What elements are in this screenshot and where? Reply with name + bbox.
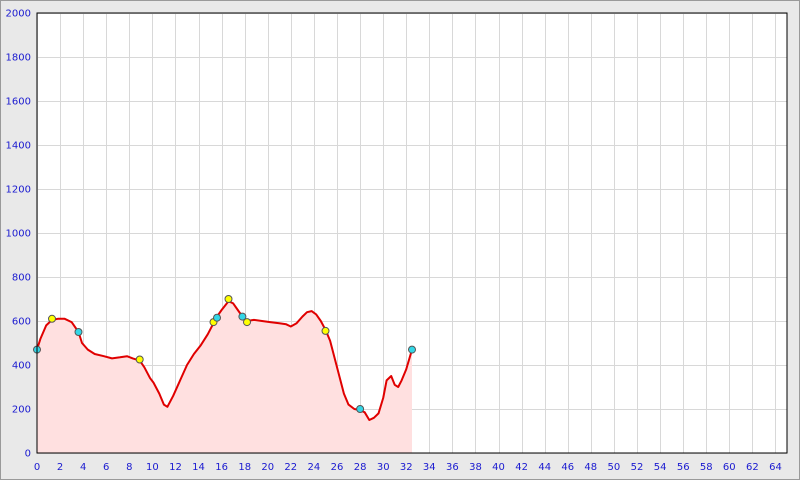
y-tick-label: 1000 [6, 229, 31, 240]
x-tick-label: 8 [126, 462, 132, 473]
x-tick-label: 60 [723, 462, 736, 473]
y-tick-label: 2000 [6, 9, 31, 20]
cyan-waypoint-marker [74, 328, 83, 336]
x-tick-label: 20 [261, 462, 274, 473]
cyan-waypoint-marker [356, 405, 365, 413]
x-tick-label: 56 [677, 462, 690, 473]
x-tick-label: 34 [423, 462, 436, 473]
yellow-waypoint-marker [321, 326, 330, 335]
yellow-waypoint-marker [243, 318, 251, 327]
yellow-waypoint-marker [135, 355, 144, 364]
elevation-chart: 0 2 4 6 8 10 12 14 16 18 20 22 24 26 28 30 32 34 36 38 40 42 4… [6, 9, 788, 473]
x-tick-label: 30 [377, 462, 390, 473]
x-tick-label: 14 [192, 462, 205, 473]
x-tick-label: 50 [608, 462, 621, 473]
yellow-waypoint-marker [48, 314, 56, 323]
x-tick-label: 12 [169, 462, 182, 473]
x-tick-label: 22 [284, 462, 297, 473]
x-tick-label: 40 [492, 462, 505, 473]
y-tick-label: 1800 [6, 53, 31, 64]
yellow-waypoint-marker [224, 295, 233, 303]
x-tick-label: 2 [57, 462, 63, 473]
x-tick-label: 18 [238, 462, 251, 473]
x-tick-label: 26 [331, 462, 344, 473]
x-tick-label: 64 [769, 462, 782, 473]
y-tick-label: 1200 [6, 185, 31, 196]
y-tick-label: 200 [12, 405, 31, 416]
x-tick-label: 24 [308, 462, 321, 473]
x-tick-label: 48 [584, 462, 597, 473]
y-tick-label: 1600 [6, 97, 31, 108]
x-tick-label: 32 [400, 462, 413, 473]
x-tick-label: 16 [215, 462, 228, 473]
x-tick-label: 62 [746, 462, 759, 473]
x-tick-label: 28 [354, 462, 367, 473]
x-tick-label: 46 [561, 462, 574, 473]
x-tick-label: 10 [146, 462, 159, 473]
x-tick-label: 54 [654, 462, 667, 473]
x-tick-label: 0 [34, 462, 40, 473]
y-tick-label: 0 [25, 449, 31, 460]
x-axis-ticks: 0 2 4 6 8 10 12 14 16 18 20 22 24 26 28 30 32 34 36 38 40 42 4… [34, 462, 782, 473]
y-tick-label: 400 [12, 361, 31, 372]
x-tick-label: 4 [80, 462, 86, 473]
x-tick-label: 36 [446, 462, 459, 473]
x-tick-label: 38 [469, 462, 482, 473]
y-tick-label: 800 [12, 273, 31, 284]
cyan-waypoint-marker [408, 345, 416, 354]
x-tick-label: 58 [700, 462, 713, 473]
x-tick-label: 6 [103, 462, 109, 473]
y-tick-label: 1400 [6, 141, 31, 152]
x-tick-label: 52 [631, 462, 644, 473]
y-tick-label: 600 [12, 317, 31, 328]
y-axis-ticks: 0 200 400 600 800 1000 1200 1400 1600 1800 2000 [6, 9, 31, 460]
cyan-waypoint-marker [213, 313, 221, 322]
x-tick-label: 44 [538, 462, 551, 473]
x-tick-label: 42 [515, 462, 528, 473]
